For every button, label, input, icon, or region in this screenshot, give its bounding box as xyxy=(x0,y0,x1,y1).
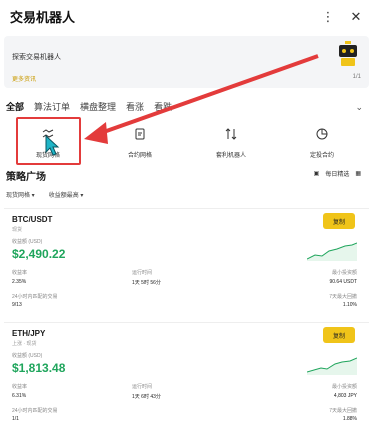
document-icon xyxy=(135,128,145,140)
layout-icon[interactable]: ▦ xyxy=(355,170,361,177)
income-value: $1,813.48 xyxy=(12,361,66,375)
header-actions: ⋮ ✕ xyxy=(321,9,363,23)
daily-pick-filter[interactable]: 每日精选 xyxy=(325,169,349,178)
header: 交易机器人 ⋮ ✕ xyxy=(0,0,373,32)
stat-row: 1/1 1.88% xyxy=(12,416,357,422)
banner-pager: 1/1 xyxy=(352,74,361,80)
banner-title: 探索交易机器人 xyxy=(12,54,61,61)
category-label: 套利机器人 xyxy=(215,153,246,159)
stat-row: 24小时内匹配的交易 7天最大回撤 xyxy=(12,294,357,300)
sparkline xyxy=(307,357,357,375)
cursor-icon xyxy=(45,135,60,156)
category-futures-dca[interactable]: 定投合约 xyxy=(287,124,357,162)
category-label: 定投合约 xyxy=(309,153,334,159)
stat-row: 收益率 运行时间 最小投资额 xyxy=(12,384,357,390)
filter-bar: 现货网格 ▾ 收益额最高 ▾ xyxy=(6,190,83,199)
income-label: 收益额 (USD) xyxy=(12,239,43,245)
section-title: 策略广场 xyxy=(6,172,46,183)
calendar-icon: ▣ xyxy=(313,171,320,177)
arbitrage-icon xyxy=(225,128,237,140)
income-label: 收益额 (USD) xyxy=(12,353,43,359)
pair-name: ETH/JPY xyxy=(12,329,46,338)
filter-sort[interactable]: 收益额最高 ▾ xyxy=(49,190,84,199)
category-futures-grid[interactable]: 合约网格 xyxy=(105,124,175,162)
close-icon[interactable]: ✕ xyxy=(349,9,363,23)
category-label: 合约网格 xyxy=(127,153,152,159)
strategy-actions: ▣ 每日精选 ▦ xyxy=(314,169,361,178)
stat-row: 2.35% 1天 5时 56分 90.64 USDT xyxy=(12,279,357,286)
chevron-down-icon[interactable]: ⌄ xyxy=(355,102,363,113)
robot-icon xyxy=(339,41,357,66)
pie-chart-icon xyxy=(316,128,328,140)
income-value: $2,490.22 xyxy=(12,247,66,261)
copy-button[interactable]: 复制 xyxy=(323,327,355,343)
banner-more-link[interactable]: 更多资讯 xyxy=(12,74,36,83)
tab-algo-orders[interactable]: 算法订单 xyxy=(34,100,70,113)
more-vertical-icon[interactable]: ⋮ xyxy=(321,9,335,23)
category-arbitrage-bot[interactable]: 套利机器人 xyxy=(196,124,266,162)
pair-sub: 现货 xyxy=(12,227,23,233)
promo-banner[interactable]: 探索交易机器人 更多资讯 1/1 xyxy=(4,36,369,88)
pair-sub: 上涨 · 现货 xyxy=(12,341,37,347)
filter-bot-type[interactable]: 现货网格 ▾ xyxy=(6,190,35,199)
sparkline xyxy=(307,242,357,261)
tab-all[interactable]: 全部 xyxy=(6,100,24,113)
stat-row: 收益率 运行时间 最小投资额 xyxy=(12,270,357,276)
tab-bullish[interactable]: 看涨 xyxy=(126,100,144,113)
tab-sideways[interactable]: 横盘整理 xyxy=(80,100,116,113)
strategy-card[interactable]: ETH/JPY 上涨 · 现货 复制 收益额 (USD) $1,813.48 收… xyxy=(4,322,369,426)
stat-row: 9/13 1.10% xyxy=(12,302,357,308)
tab-bearish[interactable]: 看跌 xyxy=(154,100,172,113)
copy-button[interactable]: 复制 xyxy=(323,213,355,229)
stat-row: 24小时内匹配的交易 7天最大回撤 xyxy=(12,408,357,414)
stat-row: 6.31% 1天 6时 43分 4,803 JPY xyxy=(12,393,357,400)
strategy-card[interactable]: BTC/USDT 现货 复制 收益额 (USD) $2,490.22 收益率 运行… xyxy=(4,208,369,312)
tab-bar: 全部 算法订单 横盘整理 看涨 看跌 xyxy=(6,100,172,113)
page-title: 交易机器人 xyxy=(10,9,76,25)
pair-name: BTC/USDT xyxy=(12,215,53,224)
